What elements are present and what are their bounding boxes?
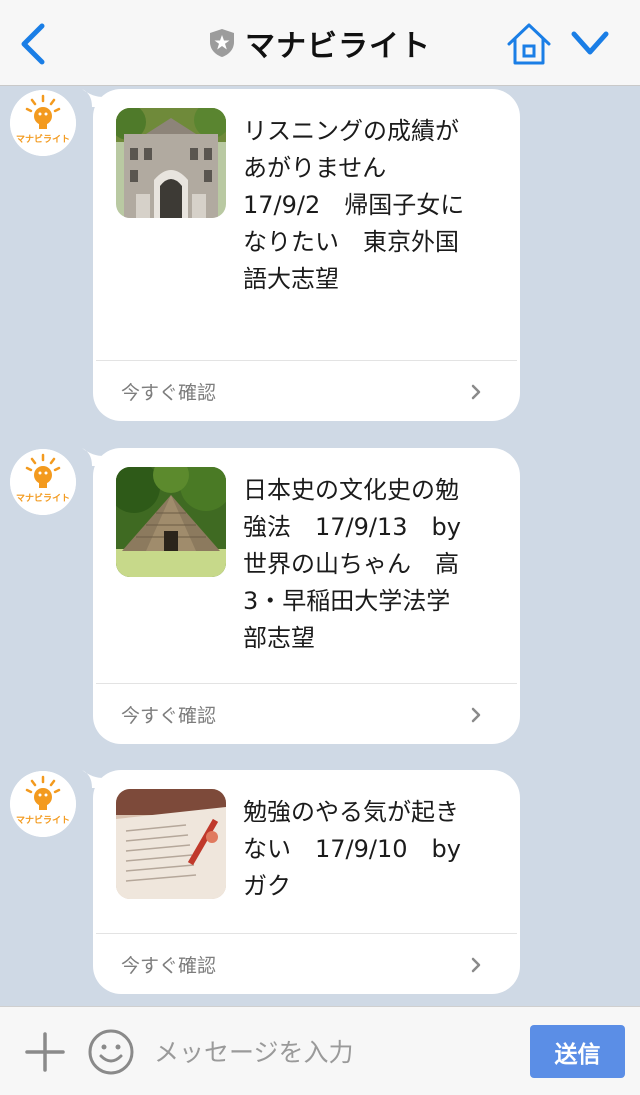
message-row: マナビライト	[0, 86, 640, 426]
chevron-down-icon	[571, 31, 609, 55]
card-text-line: 部志望	[243, 624, 315, 652]
message-card[interactable]: リスニングの成績が あがりません 17/9/2 帰国子女に なりたい 東京外国 …	[93, 89, 520, 421]
chevron-right-icon	[471, 384, 481, 400]
card-title-text: リスニングの成績が あがりません 17/9/2 帰国子女に なりたい 東京外国 …	[243, 113, 493, 298]
card-text-line: リスニングの成績が	[243, 117, 459, 145]
chevron-right-icon	[471, 707, 481, 723]
confirm-now-button[interactable]: 今すぐ確認	[93, 684, 520, 744]
shield-star-icon	[210, 29, 234, 57]
open-book-study-image	[116, 789, 226, 899]
plus-icon	[25, 1032, 65, 1072]
card-text-line: 勉強のやる気が起き	[243, 798, 459, 826]
home-icon	[507, 23, 551, 65]
card-title-text: 勉強のやる気が起き ない 17/9/10 by ガク	[243, 794, 493, 905]
bot-avatar[interactable]: マナビライト	[10, 90, 76, 156]
confirm-now-button[interactable]: 今すぐ確認	[93, 361, 520, 421]
message-row: マナビライト	[0, 445, 640, 747]
card-text-line: 語大志望	[243, 265, 339, 293]
message-row: マナビライト	[0, 767, 640, 997]
card-text-line: 17/9/2 帰国子女に	[243, 191, 465, 219]
card-text-line: 世界の山ちゃん 高	[243, 550, 459, 578]
chat-header: マナビライト	[0, 0, 640, 86]
thatched-pit-dwelling-image	[116, 467, 226, 577]
svg-text:マナビライト: マナビライト	[16, 492, 70, 504]
card-text-line: あがりません	[243, 154, 387, 182]
emoji-button[interactable]	[88, 1029, 134, 1075]
card-text-line: 3・早稲田大学法学	[243, 587, 451, 615]
svg-text:マナビライト: マナビライト	[16, 133, 70, 145]
home-button[interactable]	[506, 22, 552, 66]
card-text-line: 日本史の文化史の勉	[243, 476, 459, 504]
bot-avatar[interactable]: マナビライト	[10, 449, 76, 515]
chat-title: マナビライト	[245, 29, 431, 64]
lightbulb-logo-icon: マナビライト	[10, 449, 76, 515]
bot-avatar[interactable]: マナビライト	[10, 771, 76, 837]
card-thumbnail-image[interactable]	[116, 108, 226, 218]
back-button[interactable]	[16, 22, 52, 66]
confirm-now-label: 今すぐ確認	[121, 955, 217, 977]
university-building-image	[116, 108, 226, 218]
svg-text:マナビライト: マナビライト	[16, 814, 70, 826]
message-input-bar: 送信	[0, 1006, 640, 1095]
lightbulb-logo-icon: マナビライト	[10, 771, 76, 837]
card-text-line: 強法 17/9/13 by	[243, 513, 461, 541]
message-list[interactable]: マナビライト リスニングの成績が あがりません 17/9/2 帰国子女に なりた…	[0, 86, 640, 1006]
add-attachment-button[interactable]	[24, 1031, 66, 1073]
card-text-line: なりたい 東京外国	[243, 228, 459, 256]
card-thumbnail-image[interactable]	[116, 467, 226, 577]
card-text-line: ない 17/9/10 by	[243, 835, 461, 863]
chevron-left-icon	[21, 23, 45, 65]
message-card[interactable]: 勉強のやる気が起き ない 17/9/10 by ガク 今すぐ確認	[93, 770, 520, 994]
send-button[interactable]: 送信	[530, 1025, 625, 1078]
card-title-text: 日本史の文化史の勉 強法 17/9/13 by 世界の山ちゃん 高 3・早稲田大…	[243, 472, 493, 657]
card-text-line: ガク	[243, 872, 291, 900]
chevron-right-icon	[471, 957, 481, 973]
menu-toggle-button[interactable]	[570, 28, 610, 60]
confirm-now-label: 今すぐ確認	[121, 705, 217, 727]
card-thumbnail-image[interactable]	[116, 789, 226, 899]
message-input[interactable]	[154, 1029, 514, 1075]
smiley-icon	[88, 1029, 134, 1075]
confirm-now-button[interactable]: 今すぐ確認	[93, 934, 520, 994]
confirm-now-label: 今すぐ確認	[121, 382, 217, 404]
lightbulb-logo-icon: マナビライト	[10, 90, 76, 156]
message-card[interactable]: 日本史の文化史の勉 強法 17/9/13 by 世界の山ちゃん 高 3・早稲田大…	[93, 448, 520, 744]
